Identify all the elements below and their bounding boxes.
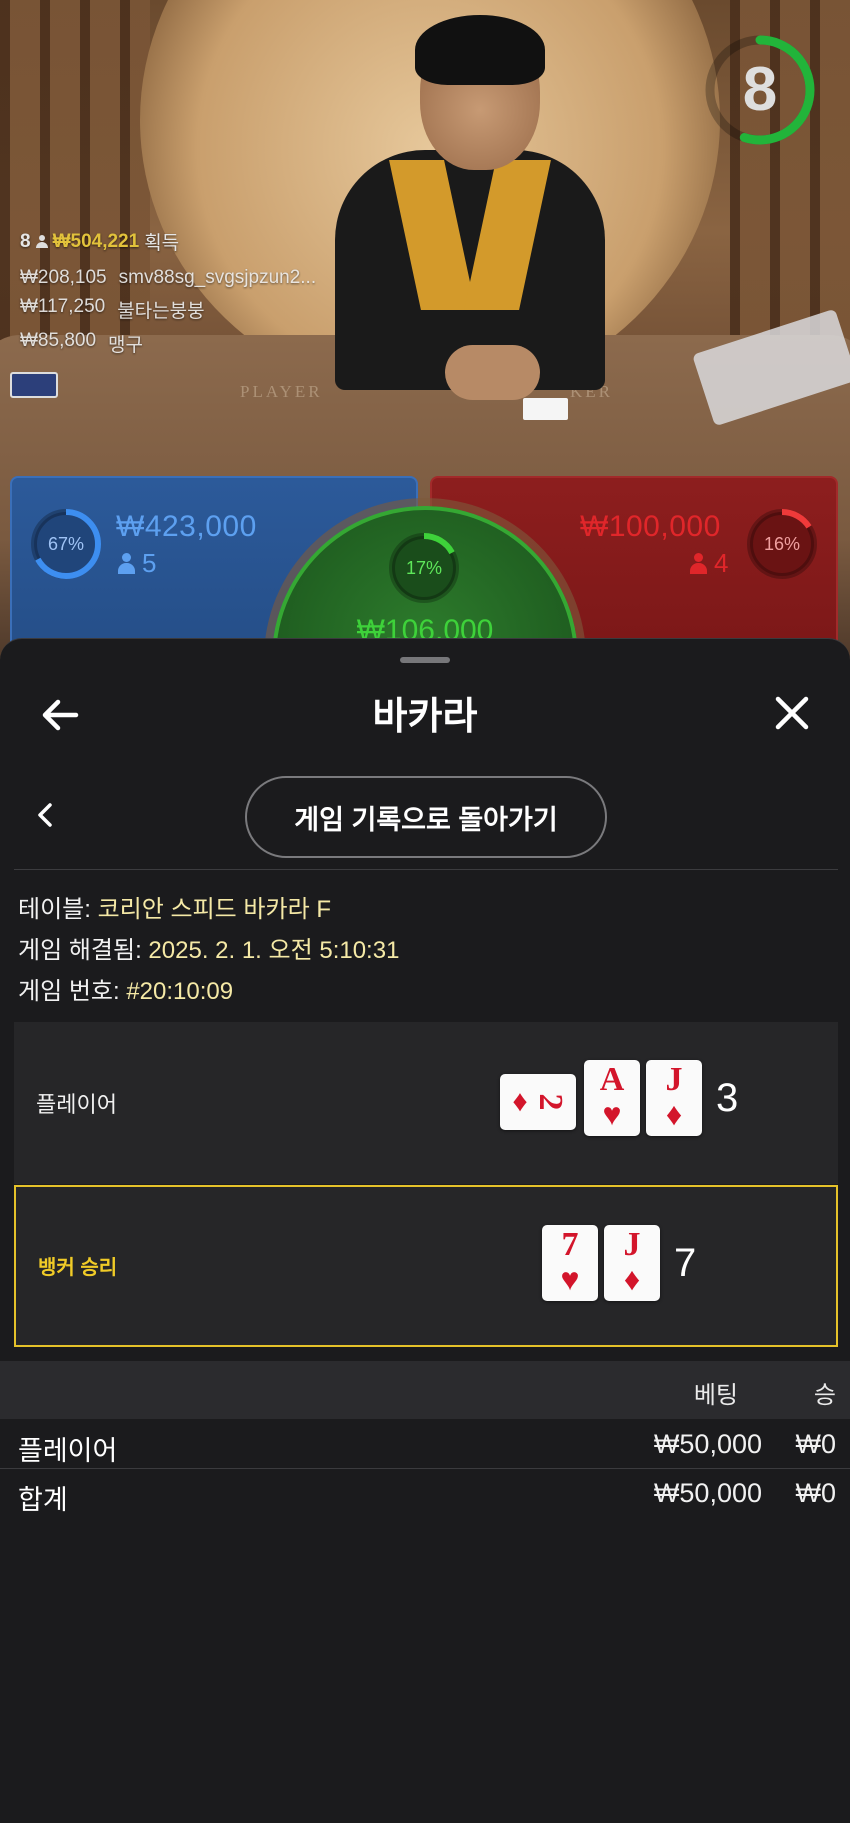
- player-percent: 67%: [47, 534, 85, 554]
- playing-card: J ♦: [604, 1225, 660, 1301]
- table-value: 코리안 스피드 바카라 F: [97, 896, 331, 923]
- player-result-label: 플레이어: [36, 1092, 117, 1117]
- winner-row: ₩208,105 smv88sg_svgsjpzun2...: [20, 267, 316, 289]
- card-rank: J: [623, 1226, 641, 1263]
- winners-count: 8: [20, 230, 31, 252]
- table-row: 플레이어 ₩50,000 ₩0: [0, 1421, 850, 1469]
- winner-amount: ₩85,800: [20, 330, 97, 351]
- total-label: 합계: [18, 1485, 68, 1515]
- playing-card: J ♦: [646, 1060, 702, 1136]
- banker-bet-amount: ₩100,000: [580, 510, 721, 543]
- winner-name: 불타는붕붕: [117, 301, 205, 322]
- dealt-card: [523, 398, 568, 420]
- card-suit: ♥: [560, 1261, 580, 1297]
- winner-row: ₩85,800 맹구: [20, 330, 316, 357]
- close-button[interactable]: [768, 689, 816, 737]
- total-win-amount: ₩0: [795, 1478, 837, 1508]
- game-history-sheet: 바카라 게임 기록으로 돌아가기 테이블: 코리안 스피드 바카라 F 게임 해…: [0, 638, 850, 1823]
- playing-card: A ♥: [584, 1060, 640, 1136]
- game-number-info: 게임 번호: #20:10:09: [18, 971, 233, 1006]
- card-suit: ♦: [665, 1096, 683, 1132]
- dealer-hair: [415, 15, 545, 85]
- player-bet-amount: ₩423,000: [116, 510, 257, 543]
- tie-percent: 17%: [405, 558, 443, 578]
- header-bet: 베팅: [693, 1382, 738, 1409]
- chevron-left-icon: [38, 803, 52, 827]
- bet-name: 플레이어: [18, 1436, 118, 1466]
- card-rank: A: [599, 1061, 625, 1098]
- winners-list: 8 ₩504,221 획득 ₩208,105 smv88sg_svgsjpzun…: [20, 228, 316, 364]
- playing-card: ♦ 2: [500, 1074, 576, 1130]
- previous-game-button[interactable]: [28, 793, 64, 837]
- player-bettor-count: 5: [142, 548, 157, 578]
- banker-result-label: 뱅커 승리: [38, 1257, 118, 1279]
- winner-amount: ₩117,250: [20, 296, 106, 317]
- game-number-label: 게임 번호:: [18, 978, 120, 1005]
- resolved-value: 2025. 2. 1. 오전 5:10:31: [148, 937, 400, 964]
- live-video-stream: PLAYER KER 8 8 ₩504,221 획득 ₩208,105 smv8…: [0, 0, 850, 660]
- countdown-number: 8: [742, 55, 778, 124]
- winner-row: ₩117,250 불타는붕붕: [20, 296, 316, 323]
- banker-result-row: 뱅커 승리 7 ♥ J ♦ 7: [14, 1185, 838, 1347]
- countdown-timer: 8: [700, 30, 820, 150]
- winner-name: smv88sg_svgsjpzun2...: [118, 267, 317, 288]
- winners-label: 획득: [144, 233, 180, 254]
- player-bettors: 5: [118, 548, 156, 579]
- banker-bettor-count: 4: [714, 548, 729, 578]
- player-percent-ring: 67%: [28, 506, 104, 582]
- dealer-hands: [445, 345, 540, 400]
- sheet-drag-handle[interactable]: [400, 657, 450, 663]
- game-number-value: #20:10:09: [126, 978, 234, 1005]
- felt-player-label: PLAYER: [240, 382, 323, 401]
- win-amount: ₩0: [795, 1429, 837, 1459]
- back-to-history-button[interactable]: 게임 기록으로 돌아가기: [245, 776, 607, 858]
- player-result-row: 플레이어 ♦ 2 A ♥ J ♦ 3: [14, 1022, 838, 1184]
- table-label: 테이블:: [18, 896, 91, 923]
- card-rank: J: [665, 1061, 683, 1098]
- sheet-title: 바카라: [372, 696, 478, 738]
- bets-table-header: 베팅 승: [0, 1361, 850, 1419]
- card-suit: ♥: [602, 1096, 622, 1132]
- bet-amount: ₩50,000: [653, 1429, 762, 1459]
- banker-bettors: 4: [690, 548, 728, 579]
- resolved-label: 게임 해결됨:: [18, 937, 142, 964]
- card-rank: 2: [532, 1093, 569, 1111]
- table-info: 테이블: 코리안 스피드 바카라 F: [18, 889, 331, 924]
- total-bet-amount: ₩50,000: [653, 1478, 762, 1508]
- tie-percent-ring: 17%: [386, 530, 462, 606]
- person-icon: [35, 234, 48, 249]
- resolved-info: 게임 해결됨: 2025. 2. 1. 오전 5:10:31: [18, 930, 399, 965]
- winner-amount: ₩208,105: [20, 267, 107, 288]
- person-icon: [690, 552, 707, 575]
- winners-summary: 8 ₩504,221 획득: [20, 228, 316, 255]
- divider: [14, 869, 838, 870]
- table-row-total: 합계 ₩50,000 ₩0: [0, 1470, 850, 1518]
- person-icon: [118, 552, 135, 575]
- winner-name: 맹구: [108, 335, 144, 356]
- card-rank: 7: [561, 1226, 579, 1263]
- card-suit: ♦: [623, 1261, 641, 1297]
- card-deck: [10, 372, 58, 398]
- banker-score: 7: [674, 1241, 697, 1285]
- winners-total: ₩504,221: [52, 230, 140, 252]
- banker-percent: 16%: [763, 534, 801, 554]
- close-icon: [775, 696, 809, 730]
- playing-card: 7 ♥: [542, 1225, 598, 1301]
- header-win: 승: [813, 1382, 836, 1409]
- player-score: 3: [716, 1076, 739, 1120]
- banker-percent-ring: 16%: [744, 506, 820, 582]
